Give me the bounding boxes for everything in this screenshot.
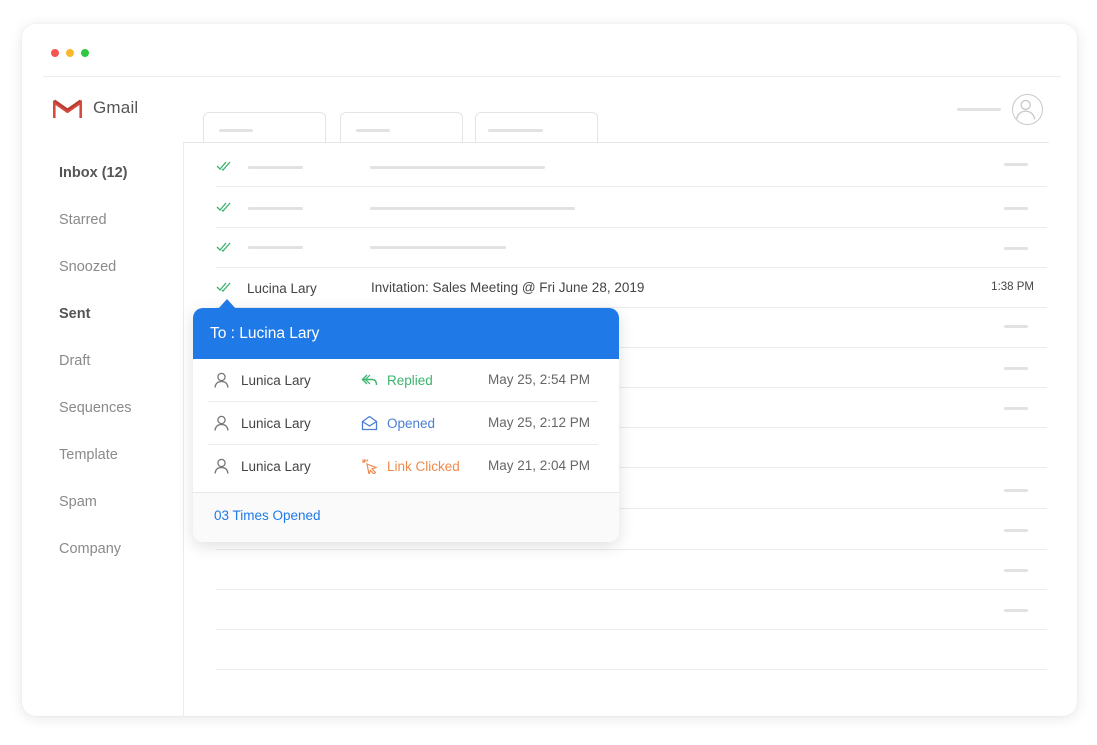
- activity-date: May 25, 2:54 PM: [488, 372, 591, 387]
- user-icon: [1015, 99, 1036, 120]
- recipient-name: Lunica Lary: [241, 459, 311, 474]
- recipient-name: Lunica Lary: [241, 416, 311, 431]
- person-icon: [214, 415, 229, 431]
- sidebar-item-sent[interactable]: Sent: [59, 305, 132, 352]
- close-window-button[interactable]: [51, 49, 59, 57]
- sidebar-item-draft[interactable]: Draft: [59, 352, 132, 399]
- sidebar-nav: Inbox (12) Starred Snoozed Sent Draft Se…: [59, 164, 132, 587]
- header-placeholder: [957, 108, 1001, 111]
- cursor-click-icon: [362, 459, 378, 474]
- sidebar-item-template[interactable]: Template: [59, 446, 132, 493]
- content-top-divider: [183, 142, 1049, 143]
- sidebar-item-starred[interactable]: Starred: [59, 211, 132, 258]
- email-row[interactable]: [216, 188, 1047, 228]
- app-name: Gmail: [93, 98, 139, 117]
- sidebar-item-inbox[interactable]: Inbox (12): [59, 164, 132, 211]
- activity-row: Lunica Lary Opened May 25, 2:12 PM: [208, 402, 598, 445]
- minimize-window-button[interactable]: [66, 49, 74, 57]
- email-row[interactable]: [216, 550, 1047, 590]
- activity-date: May 21, 2:04 PM: [488, 458, 591, 473]
- email-row[interactable]: [216, 630, 1047, 670]
- times-opened-link[interactable]: 03 Times Opened: [214, 508, 321, 523]
- email-row[interactable]: [216, 590, 1047, 630]
- popup-arrow: [218, 299, 236, 309]
- envelope-open-icon: [361, 415, 378, 431]
- titlebar-divider: [43, 76, 1061, 77]
- sidebar-item-spam[interactable]: Spam: [59, 493, 132, 540]
- double-check-icon: [216, 282, 231, 292]
- double-check-icon: [216, 161, 231, 171]
- gmail-icon: [53, 99, 82, 118]
- email-row[interactable]: [216, 228, 1047, 268]
- app-logo[interactable]: Gmail: [53, 97, 138, 119]
- status-replied: Replied: [387, 373, 433, 388]
- email-time: 1:38 PM: [991, 281, 1034, 293]
- sidebar-divider: [183, 142, 184, 716]
- reply-icon: [361, 374, 378, 386]
- account-avatar-button[interactable]: [1012, 94, 1043, 125]
- email-sender: Lucina Lary: [247, 281, 317, 296]
- email-row[interactable]: [216, 147, 1047, 187]
- tracking-popup: To : Lucina Lary Lunica Lary Replied May…: [193, 299, 619, 542]
- tab-placeholder-2[interactable]: [340, 112, 463, 143]
- status-link-clicked: Link Clicked: [387, 459, 460, 474]
- tab-placeholder-1[interactable]: [203, 112, 326, 143]
- status-opened: Opened: [387, 416, 436, 431]
- activity-row: Lunica Lary Link Clicked May 21, 2:04 PM: [208, 445, 598, 488]
- sidebar-item-company[interactable]: Company: [59, 540, 132, 587]
- popup-title: To : Lucina Lary: [193, 308, 619, 359]
- app-window: Gmail Inbox (12) Starred Snoozed Sent Dr…: [22, 24, 1077, 716]
- person-icon: [214, 372, 229, 388]
- sidebar-item-sequences[interactable]: Sequences: [59, 399, 132, 446]
- email-row-selected[interactable]: Lucina Lary Invitation: Sales Meeting @ …: [216, 268, 1047, 308]
- popup-footer: 03 Times Opened: [193, 492, 619, 542]
- maximize-window-button[interactable]: [81, 49, 89, 57]
- person-icon: [214, 458, 229, 474]
- tab-placeholder-3[interactable]: [475, 112, 598, 143]
- activity-row: Lunica Lary Replied May 25, 2:54 PM: [208, 359, 598, 402]
- double-check-icon: [216, 202, 231, 212]
- activity-date: May 25, 2:12 PM: [488, 415, 591, 430]
- double-check-icon: [216, 242, 231, 252]
- window-controls: [51, 49, 89, 57]
- sidebar-item-snoozed[interactable]: Snoozed: [59, 258, 132, 305]
- recipient-name: Lunica Lary: [241, 373, 311, 388]
- email-subject: Invitation: Sales Meeting @ Fri June 28,…: [371, 280, 645, 295]
